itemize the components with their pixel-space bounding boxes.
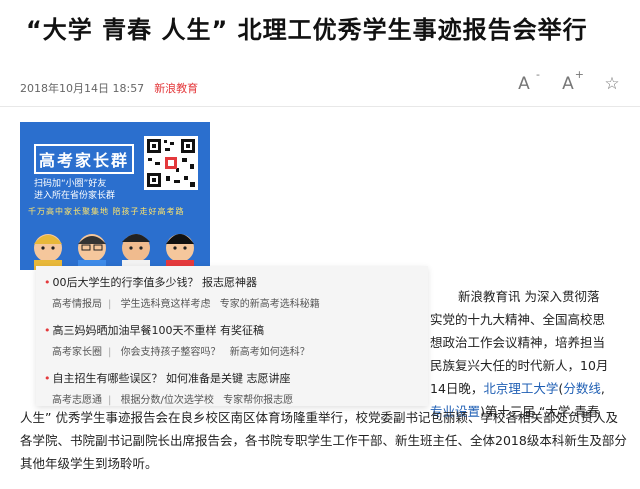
article-body-paragraph: 人生” 优秀学生事迹报告会在良乡校区南区体育场隆重举行，校党委副书记包丽颖、学校… bbox=[20, 410, 627, 471]
font-increase-icon: A bbox=[562, 74, 574, 94]
font-increase-button[interactable]: A + bbox=[558, 68, 584, 94]
body-line: 民族复兴大任的时代新人，10月 bbox=[430, 358, 609, 373]
popup-item: • 高三妈妈晒加油早餐100天不重样 有奖征稿 高考家长圈 | 你会支持孩子整容吗？… bbox=[44, 322, 316, 358]
popup-item: • 自主招生有哪些误区？ 如何准备是关键 志愿讲座 高考志愿通 | 根据分数/位次选… bbox=[44, 370, 299, 406]
popup-link[interactable]: 高考家长圈 bbox=[52, 347, 102, 358]
score-line-link[interactable]: 分数线 bbox=[563, 381, 601, 396]
ad-tagline: 千万高中家长聚集地 陪孩子走好高考路 bbox=[28, 207, 185, 216]
body-line: 实党的十九大精神、全国高校思 bbox=[430, 312, 606, 327]
popup-link[interactable]: 根据分数/位次选学校 bbox=[121, 395, 214, 406]
article-body-right: 新浪教育讯 为深入贯彻落 实党的十九大精神、全国高校思 想政治工作会议精神，培养… bbox=[430, 285, 635, 423]
font-decrease-icon: A bbox=[518, 74, 530, 94]
popup-link[interactable]: 学生选科竟这样考虑 bbox=[121, 299, 211, 310]
cartoon-kids-icon bbox=[20, 218, 210, 270]
popup-links: 高考志愿通 | 根据分数/位次选学校 专家帮你报志愿 bbox=[52, 395, 294, 406]
popup-link[interactable]: 专家帮你报志愿 bbox=[223, 395, 293, 406]
body-line: 14日晚，北京理工大学(分数线, bbox=[430, 381, 605, 396]
recommend-popup: • 00后大学生的行李值多少钱？ 报志愿神器 高考情报局 | 学生选科竟这样考虑 专… bbox=[36, 266, 428, 406]
publish-date: 2018年10月14日 18:57 bbox=[20, 82, 145, 95]
qr-code-icon bbox=[144, 136, 198, 190]
popup-link[interactable]: 高考情报局 bbox=[52, 299, 102, 310]
popup-link[interactable]: 专家的新高考选科秘籍 bbox=[220, 299, 320, 310]
popup-link[interactable]: 你会支持孩子整容吗？ bbox=[121, 347, 221, 358]
popup-link[interactable]: 新高考如何选科？ bbox=[230, 347, 310, 358]
school-link[interactable]: 北京理工大学 bbox=[483, 381, 558, 396]
body-line: 新浪教育讯 为深入贯彻落 bbox=[458, 289, 600, 304]
popup-links: 高考情报局 | 学生选科竟这样考虑 专家的新高考选科秘籍 bbox=[52, 299, 320, 310]
article-title: “大学 青春 人生” 北理工优秀学生事迹报告会举行 bbox=[26, 16, 588, 44]
popup-headline[interactable]: • 00后大学生的行李值多少钱？ 报志愿神器 bbox=[44, 274, 326, 290]
star-icon: ☆ bbox=[604, 74, 620, 94]
ad-title: 高考家长群 bbox=[34, 144, 135, 174]
popup-headline[interactable]: • 自主招生有哪些误区？ 如何准备是关键 志愿讲座 bbox=[44, 370, 299, 386]
header-divider bbox=[0, 106, 640, 107]
source-link[interactable]: 新浪教育 bbox=[154, 80, 198, 96]
favorite-button[interactable]: ☆ bbox=[602, 74, 622, 94]
popup-headline[interactable]: • 高三妈妈晒加油早餐100天不重样 有奖征稿 bbox=[44, 322, 316, 338]
popup-item: • 00后大学生的行李值多少钱？ 报志愿神器 高考情报局 | 学生选科竟这样考虑 专… bbox=[44, 274, 326, 310]
font-decrease-button[interactable]: A - bbox=[514, 68, 540, 94]
article-tools: A - A + ☆ bbox=[514, 68, 622, 94]
ad-line-2: 进入所在省份家长群 bbox=[34, 191, 116, 201]
ad-banner[interactable]: 高考家长群 扫码加“小圈”好友 进入所在省份家长群 千万高中家长聚集地 陪孩子走… bbox=[20, 122, 210, 270]
body-line: 想政治工作会议精神，培养担当 bbox=[430, 335, 606, 350]
popup-link[interactable]: 高考志愿通 bbox=[52, 395, 102, 406]
popup-links: 高考家长圈 | 你会支持孩子整容吗？ 新高考如何选科？ bbox=[52, 347, 310, 358]
